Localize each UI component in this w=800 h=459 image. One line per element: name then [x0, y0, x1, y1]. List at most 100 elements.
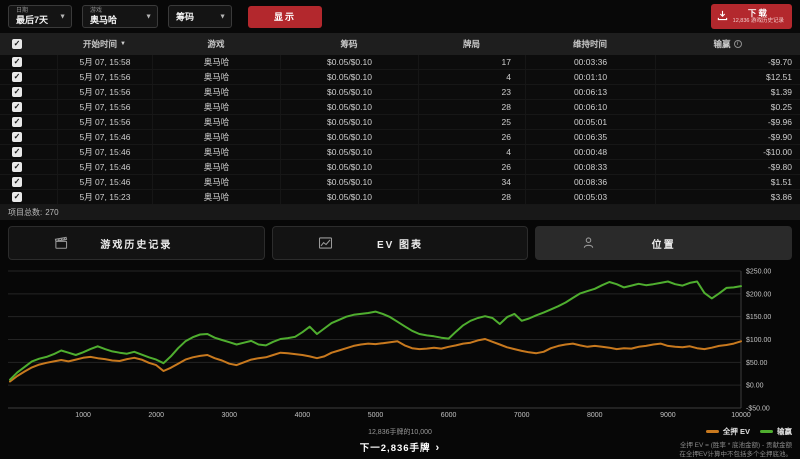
header-winloss[interactable]: 输赢 i [655, 33, 800, 55]
cell-hands: 4 [418, 70, 525, 84]
table-row[interactable]: ✓ 5月 07, 15:56奥马哈$0.05/$0.102300:06:13$1.… [0, 85, 800, 100]
svg-text:7000: 7000 [514, 412, 530, 419]
game-filter-value: 奥马哈 [90, 15, 141, 25]
cell-stakes: $0.05/$0.10 [280, 100, 418, 114]
cell-game: 奥马哈 [152, 145, 280, 159]
allin-ev-swatch [706, 430, 719, 433]
svg-text:4000: 4000 [295, 412, 311, 419]
header-hands[interactable]: 牌局 [418, 33, 525, 55]
sessions-table: ✓ 开始时间 ▼ 游戏 筹码 牌局 维持时间 输赢 i ✓5月 07, 15:5… [0, 33, 800, 220]
chevron-right-icon: › [436, 442, 441, 454]
sort-desc-icon: ▼ [120, 41, 126, 47]
row-checkbox[interactable]: ✓ [12, 72, 22, 82]
cell-stakes: $0.05/$0.10 [280, 160, 418, 174]
table-row[interactable]: ✓5月 07, 15:46奥马哈$0.05/$0.102600:08:33-$9… [0, 160, 800, 175]
tab-position[interactable]: 位置 [535, 226, 792, 260]
svg-text:$100.00: $100.00 [746, 337, 771, 344]
header-duration[interactable]: 维持时间 [525, 33, 655, 55]
table-row[interactable]: ✓5月 07, 15:58奥马哈$0.05/$0.101700:03:36-$9… [0, 55, 800, 70]
cell-stakes: $0.05/$0.10 [280, 55, 418, 69]
cell-stakes: $0.05/$0.10 [280, 190, 418, 204]
table-row[interactable]: ✓5月 07, 15:56奥马哈$0.05/$0.102500:05:01-$9… [0, 115, 800, 130]
table-body: ✓5月 07, 15:58奥马哈$0.05/$0.101700:03:36-$9… [0, 55, 800, 205]
table-row[interactable]: ✓5月 07, 15:46奥马哈$0.05/$0.10400:00:48-$10… [0, 145, 800, 160]
cell-start-time: 5月 07, 15:46 [57, 130, 152, 144]
row-checkbox[interactable]: ✓ [12, 192, 22, 202]
table-row[interactable]: ✓5月 07, 15:46奥马哈$0.05/$0.102600:06:35-$9… [0, 130, 800, 145]
svg-text:$250.00: $250.00 [746, 269, 771, 276]
total-count: 270 [45, 208, 58, 217]
cell-duration: 00:01:10 [525, 70, 655, 84]
cell-stakes: $0.05/$0.10 [280, 85, 418, 99]
cell-hands: 17 [418, 55, 525, 69]
cell-winloss: -$9.70 [655, 55, 800, 69]
cell-winloss: $1.51 [655, 175, 800, 189]
cell-start-time: 5月 07, 15:56 [57, 85, 152, 99]
cell-winloss: $1.39 [655, 85, 800, 99]
line-chart-icon [318, 236, 333, 251]
row-checkbox[interactable]: ✓ [12, 177, 22, 187]
show-button[interactable]: 显示 [248, 6, 322, 28]
svg-text:5000: 5000 [368, 412, 384, 419]
cell-hands: 4 [418, 145, 525, 159]
cell-game: 奥马哈 [152, 70, 280, 84]
select-all-checkbox[interactable]: ✓ [12, 39, 22, 49]
cell-stakes: $0.05/$0.10 [280, 130, 418, 144]
tab-label: 游戏历史记录 [100, 236, 172, 251]
cell-start-time: 5月 07, 15:46 [57, 160, 152, 174]
row-checkbox[interactable]: ✓ [12, 162, 22, 172]
chart-legend: 全押 EV 输赢 [679, 426, 792, 437]
svg-text:$200.00: $200.00 [746, 291, 771, 298]
cell-hands: 26 [418, 130, 525, 144]
download-button[interactable]: 下载 12,836 游戏历史记录 [711, 4, 792, 29]
tab-ev-chart[interactable]: EV 图表 [272, 226, 529, 260]
cell-game: 奥马哈 [152, 175, 280, 189]
cell-duration: 00:08:36 [525, 175, 655, 189]
cell-start-time: 5月 07, 15:56 [57, 115, 152, 129]
ev-chart-svg: $250.00$200.00$150.00$100.00$50.00$0.00-… [0, 261, 800, 424]
cell-winloss: -$9.80 [655, 160, 800, 174]
cell-duration: 00:06:13 [525, 85, 655, 99]
header-stakes[interactable]: 筹码 [280, 33, 418, 55]
winloss-swatch [760, 430, 773, 433]
date-filter-label: 日期 [16, 8, 55, 15]
tab-label: 位置 [652, 236, 676, 251]
header-start-time[interactable]: 开始时间 ▼ [57, 33, 152, 55]
cell-game: 奥马哈 [152, 115, 280, 129]
row-checkbox[interactable]: ✓ [12, 117, 22, 127]
row-checkbox[interactable]: ✓ [12, 87, 22, 97]
cell-stakes: $0.05/$0.10 [280, 70, 418, 84]
row-checkbox[interactable]: ✓ [12, 57, 22, 67]
cell-stakes: $0.05/$0.10 [280, 115, 418, 129]
cell-start-time: 5月 07, 15:46 [57, 145, 152, 159]
date-filter-dropdown[interactable]: 日期 最后7天 ▼ [8, 5, 72, 28]
table-row[interactable]: ✓5月 07, 15:46奥马哈$0.05/$0.103400:08:36$1.… [0, 175, 800, 190]
cell-stakes: $0.05/$0.10 [280, 145, 418, 159]
cell-start-time: 5月 07, 15:46 [57, 175, 152, 189]
legend-item-allin-ev: 全押 EV [706, 426, 750, 437]
table-row[interactable]: ✓5月 07, 15:56奥马哈$0.05/$0.10400:01:10$12.… [0, 70, 800, 85]
cell-winloss: $12.51 [655, 70, 800, 84]
svg-text:$50.00: $50.00 [746, 360, 768, 367]
download-subtitle: 12,836 游戏历史记录 [733, 18, 784, 25]
cell-duration: 00:00:48 [525, 145, 655, 159]
tab-game-history[interactable]: 游戏历史记录 [8, 226, 265, 260]
svg-text:$150.00: $150.00 [746, 314, 771, 321]
cell-game: 奥马哈 [152, 85, 280, 99]
download-title: 下载 [748, 9, 769, 18]
stakes-filter-dropdown[interactable]: 筹码 ▼ [168, 5, 232, 28]
table-header-row: ✓ 开始时间 ▼ 游戏 筹码 牌局 维持时间 输赢 i [0, 33, 800, 55]
row-checkbox[interactable]: ✓ [12, 132, 22, 142]
table-row[interactable]: ✓5月 07, 15:56奥马哈$0.05/$0.102800:06:10$0.… [0, 100, 800, 115]
row-checkbox[interactable]: ✓ [12, 147, 22, 157]
header-game[interactable]: 游戏 [152, 33, 280, 55]
ev-chart: $250.00$200.00$150.00$100.00$50.00$0.00-… [0, 261, 800, 424]
game-filter-dropdown[interactable]: 游戏 奥马哈 ▼ [82, 5, 158, 28]
svg-text:2000: 2000 [148, 412, 164, 419]
row-checkbox[interactable]: ✓ [12, 102, 22, 112]
view-tabs: 游戏历史记录 EV 图表 位置 [8, 226, 792, 260]
cell-hands: 23 [418, 85, 525, 99]
chart-footer: 12,836手牌的10,000 下一2,836手牌› 全押 EV 输赢 全押 E… [0, 424, 800, 459]
table-row[interactable]: ✓5月 07, 15:23奥马哈$0.05/$0.102800:05:03$3.… [0, 190, 800, 205]
cell-game: 奥马哈 [152, 130, 280, 144]
